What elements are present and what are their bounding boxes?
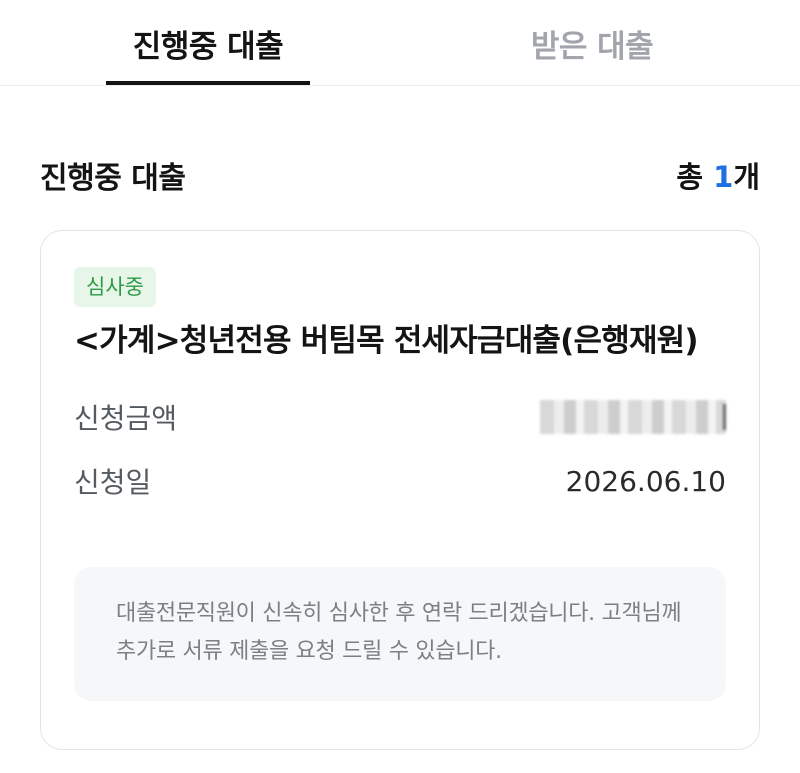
loan-card[interactable]: 심사중 <가계>청년전용 버팀목 전세자금대출(은행재원) 신청금액 신청일 2… <box>40 230 760 750</box>
masked-amount-value <box>540 400 726 434</box>
active-tab-indicator <box>106 81 310 85</box>
tab-received-loans[interactable]: 받은 대출 <box>490 0 694 86</box>
date-row: 신청일 2026.06.10 <box>74 461 726 501</box>
status-badge: 심사중 <box>74 267 156 307</box>
date-label: 신청일 <box>74 466 152 499</box>
section-header: 진행중 대출 총 1개 <box>40 150 760 200</box>
loan-count: 총 1개 <box>676 154 760 196</box>
loan-tabs: 진행중 대출 받은 대출 <box>0 0 800 86</box>
count-number: 1 <box>713 160 734 194</box>
count-prefix: 총 <box>676 160 714 194</box>
amount-label: 신청금액 <box>74 402 178 435</box>
count-suffix: 개 <box>733 160 760 194</box>
loan-product-title: <가계>청년전용 버팀목 전세자금대출(은행재원) <box>74 323 699 359</box>
tab-in-progress-loans[interactable]: 진행중 대출 <box>106 0 310 86</box>
date-value: 2026.06.10 <box>565 464 726 498</box>
notice-box: 대출전문직원이 신속히 심사한 후 연락 드리겠습니다. 고객님께 추가로 서류… <box>74 567 726 701</box>
section-title: 진행중 대출 <box>40 161 186 196</box>
amount-row: 신청금액 <box>74 397 726 437</box>
